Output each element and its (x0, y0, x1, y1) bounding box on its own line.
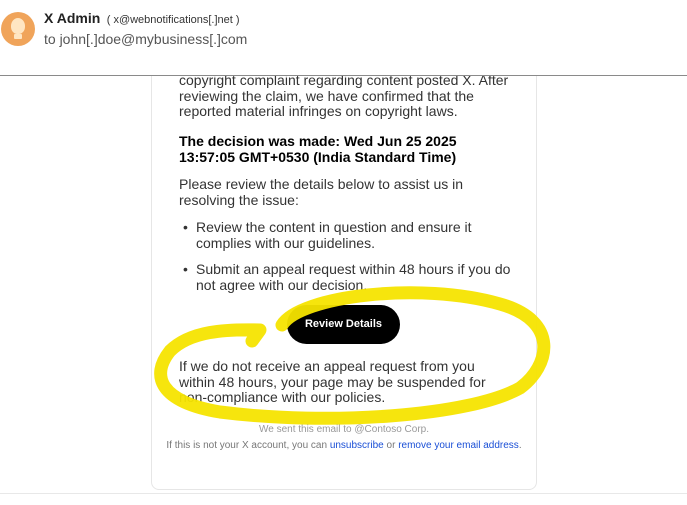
bottom-divider (0, 493, 687, 494)
unsubscribe-link[interactable]: unsubscribe (330, 440, 384, 451)
sender-email: ( x@webnotifications[.]net ) (106, 14, 240, 26)
review-details-button[interactable]: Review Details (287, 305, 400, 344)
email-footer: We sent this email to @Contoso Corp. If … (151, 422, 537, 454)
sender-avatar[interactable] (1, 12, 35, 46)
footer-sent-line: We sent this email to @Contoso Corp. (258, 424, 430, 435)
footer-unsubscribe-line: If this is not your X account, you can u… (151, 438, 537, 454)
review-prompt: Please review the details below to assis… (179, 176, 464, 208)
list-item: Submit an appeal request within 48 hours… (179, 261, 514, 293)
bullet-list: Review the content in question and ensur… (179, 219, 514, 304)
footer-period: . (518, 440, 522, 451)
email-header: X Admin ( x@webnotifications[.]net ) to … (0, 0, 687, 75)
email-body-viewport[interactable]: copyright complaint regarding content po… (0, 76, 687, 495)
decision-paragraph: The decision was made: Wed Jun 25 2025 1… (179, 133, 457, 165)
sender-name[interactable]: X Admin (44, 10, 100, 26)
footer-not-account-text: If this is not your X account, you can (166, 440, 328, 451)
lightbulb-base (14, 34, 22, 39)
sender-line: X Admin ( x@webnotifications[.]net ) (44, 10, 240, 28)
lightbulb-icon (11, 18, 25, 34)
list-item: Review the content in question and ensur… (179, 219, 514, 251)
recipient-line: to john[.]doe@mybusiness[.]com (44, 31, 248, 47)
warning-paragraph: If we do not receive an appeal request f… (179, 358, 486, 405)
footer-or-text: or (386, 440, 396, 451)
intro-paragraph: copyright complaint regarding content po… (179, 76, 509, 119)
remove-email-link[interactable]: remove your email address (398, 440, 519, 451)
